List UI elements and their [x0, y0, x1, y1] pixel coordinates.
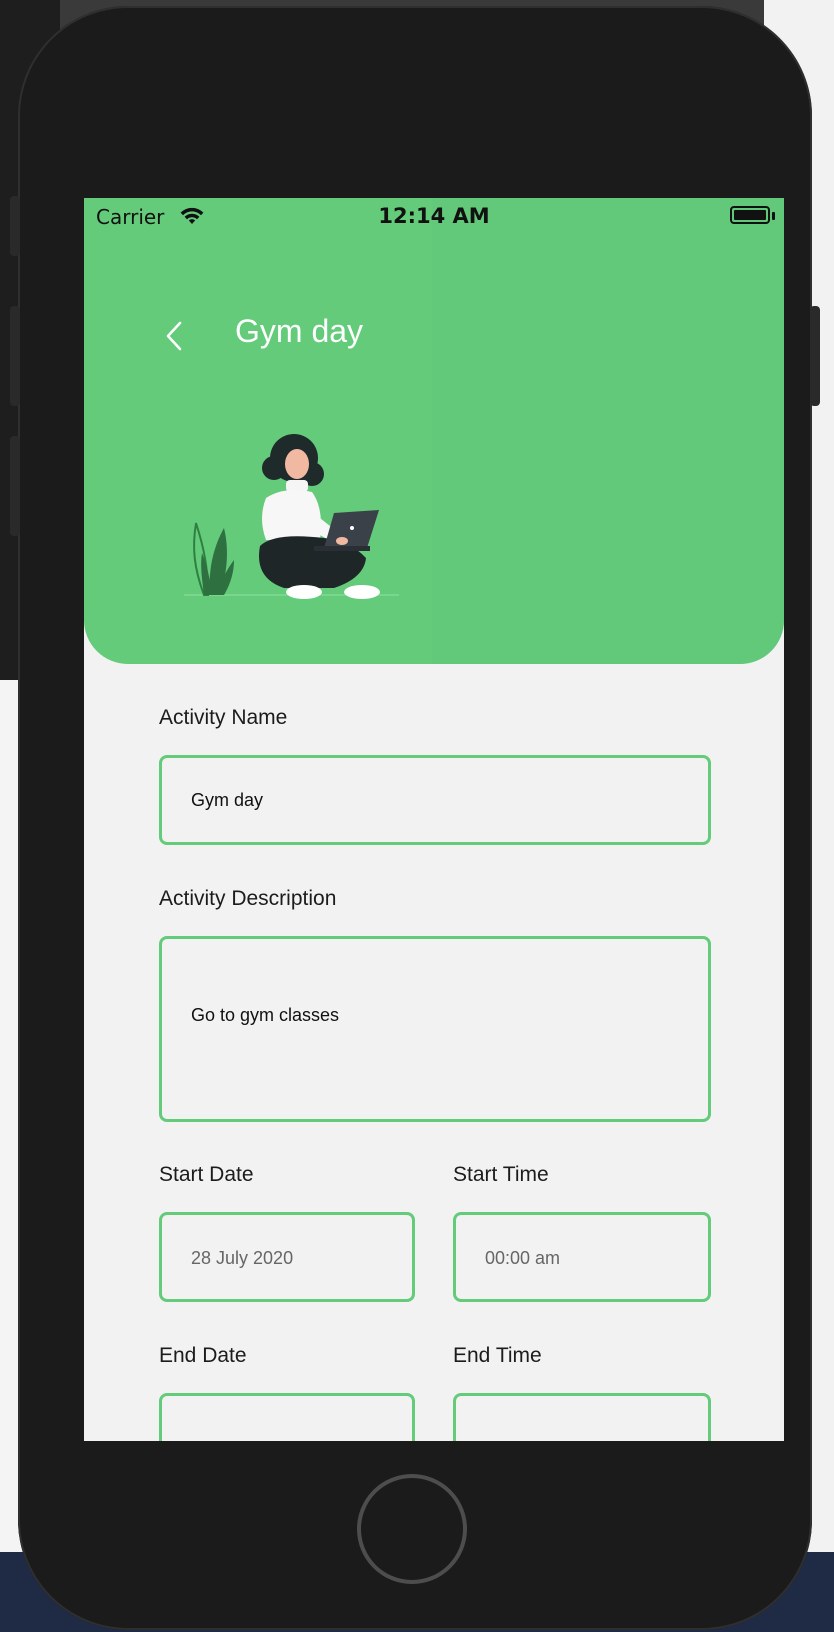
power-button [810, 306, 820, 406]
start-time-field[interactable]: 00:00 am [453, 1212, 711, 1302]
battery-cap [772, 212, 775, 220]
activity-description-label: Activity Description [159, 887, 337, 910]
woman-with-laptop-illustration [174, 428, 414, 612]
header-banner: Carrier 12:14 AM Gym day [84, 198, 784, 664]
activity-name-label: Activity Name [159, 706, 288, 729]
end-date-field[interactable] [159, 1393, 415, 1441]
start-date-field[interactable]: 28 July 2020 [159, 1212, 415, 1302]
end-time-label: End Time [453, 1344, 542, 1367]
chevron-left-icon [166, 321, 182, 351]
status-bar: Carrier 12:14 AM [84, 198, 784, 238]
start-time-label: Start Time [453, 1163, 549, 1186]
end-date-label: End Date [159, 1344, 247, 1367]
start-date-value: 28 July 2020 [191, 1248, 294, 1268]
activity-description-field[interactable]: Go to gym classes [159, 936, 711, 1122]
header-banner-right [432, 198, 784, 664]
start-time-value: 00:00 am [485, 1248, 561, 1268]
battery-icon [730, 206, 770, 224]
status-clock: 12:14 AM [378, 204, 490, 228]
end-time-field[interactable] [453, 1393, 711, 1441]
mute-switch [10, 196, 20, 256]
home-button[interactable] [357, 1474, 467, 1584]
start-date-label: Start Date [159, 1163, 254, 1186]
volume-down-button [10, 436, 20, 536]
activity-name-field[interactable]: Gym day [159, 755, 711, 845]
iphone-device-frame: Carrier 12:14 AM Gym day Activity Name G… [10, 6, 820, 1630]
activity-description-value: Go to gym classes [191, 1005, 340, 1025]
page-title: Gym day [235, 313, 364, 349]
app-screen: Carrier 12:14 AM Gym day Activity Name G… [84, 198, 784, 1441]
back-button[interactable] [154, 316, 194, 356]
volume-up-button [10, 306, 20, 406]
activity-name-value: Gym day [191, 790, 264, 810]
